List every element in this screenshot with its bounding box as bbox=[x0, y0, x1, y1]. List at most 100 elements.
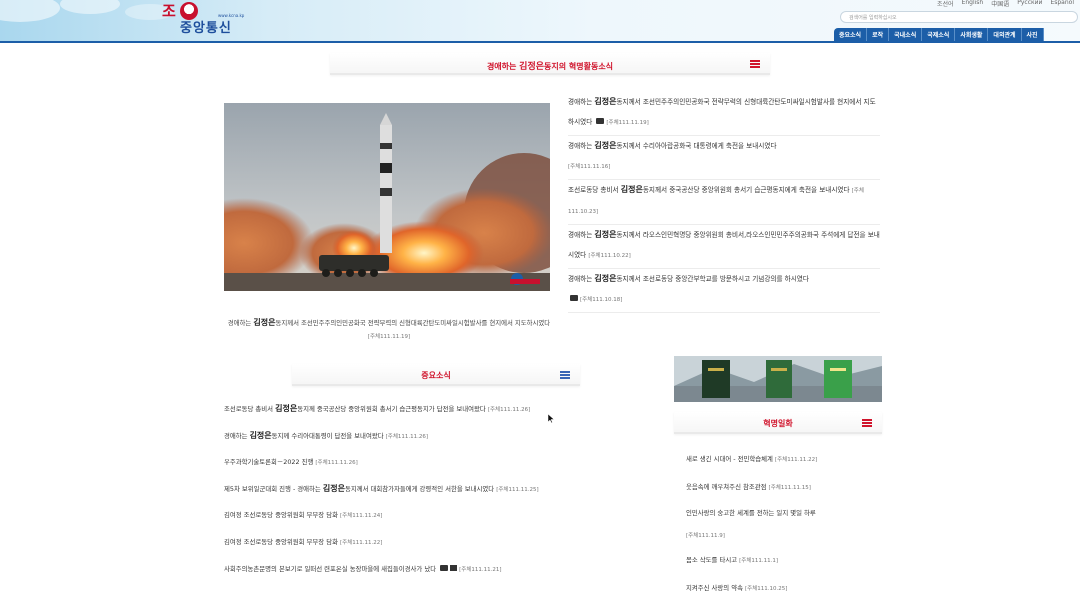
item-pre: 사회주의농촌문명의 본보기로 일떠선 련포온실 농장마을에 새집들이경사가 났다 bbox=[224, 564, 437, 573]
nav-works[interactable]: 로작 bbox=[867, 28, 890, 41]
feature-caption[interactable]: 경애하는 김정은동지께서 조선민주주의인민공화국 전략무력의 신형대륙간탄도미싸… bbox=[224, 316, 554, 344]
revolutionary-anecdotes-banner[interactable]: 혁명일화 bbox=[674, 412, 882, 434]
list-item[interactable]: 인민사랑의 숭고한 세계를 전하는 일지 몇일 하루 [주체111.11.9] bbox=[686, 502, 882, 547]
item-name: 김정은 bbox=[620, 185, 643, 194]
list-icon[interactable] bbox=[560, 371, 570, 379]
item-name: 김정은 bbox=[594, 141, 617, 150]
lang-spanish[interactable]: Español bbox=[1050, 0, 1074, 8]
list-item[interactable]: 몸소 삭도를 타시고 [주체111.11.1] bbox=[686, 547, 882, 575]
item-text: 인민사랑의 숭고한 세계를 전하는 일지 몇일 하루 bbox=[686, 509, 816, 517]
item-date: [주체111.11.16] bbox=[568, 164, 611, 170]
item-name: 김정은 bbox=[594, 274, 617, 283]
banner-title-name: 김정은 bbox=[519, 62, 545, 72]
item-text: 새로 생긴 시대어 - 전민학습체계 bbox=[686, 455, 773, 463]
important-news-banner[interactable]: 중요소식 bbox=[292, 364, 580, 386]
language-bar: 조선어 English 中国语 Русский Español bbox=[937, 0, 1074, 8]
item-pre: 조선로동당 총비서 bbox=[568, 186, 621, 194]
list-item[interactable]: 경애하는 김정은동지께서 수리아아랍공화국 대통령에게 축전을 보내시였다 [주… bbox=[568, 136, 880, 180]
list-item[interactable]: 제5차 보위일군대회 진행 - 경애하는 김정은동지께서 대회참가자들에게 강령… bbox=[224, 477, 624, 504]
list-item[interactable]: 경애하는 김정은동지께서 조선민주주의인민공화국 전략무력의 신형대륙간탄도미싸… bbox=[568, 92, 880, 136]
item-name: 김정은 bbox=[594, 230, 617, 239]
list-item[interactable]: 지켜주신 사랑의 약속 [주체111.10.25] bbox=[686, 575, 882, 598]
lang-korean[interactable]: 조선어 bbox=[937, 0, 954, 8]
revolutionary-activities-title: 경애하는 김정은동지의 혁명활동소식 bbox=[330, 59, 770, 72]
item-text: 웃음속에 깨우쳐주신 참조관점 bbox=[686, 483, 767, 491]
item-pre: 경애하는 bbox=[568, 98, 595, 106]
item-date: [주체111.10.18] bbox=[580, 297, 623, 303]
nav-social[interactable]: 사회생활 bbox=[955, 28, 989, 41]
list-item[interactable]: 경애하는 김정은동지께서 라오스인민혁명당 중앙위원회 총비서,라오스인민민주주… bbox=[568, 225, 880, 269]
nav-foreign-relations[interactable]: 대외관계 bbox=[988, 28, 1022, 41]
nav-domestic[interactable]: 국내소식 bbox=[889, 28, 923, 41]
video-icon bbox=[450, 564, 458, 571]
item-pre: 제5차 보위일군대회 진행 - 경애하는 bbox=[224, 484, 323, 493]
list-item[interactable]: 새로 생긴 시대어 - 전민학습체계 [주체111.11.22] bbox=[686, 446, 882, 474]
item-text: 지켜주신 사랑의 약속 bbox=[686, 584, 743, 592]
item-date: [주체111.11.21] bbox=[459, 566, 502, 573]
camera-icon bbox=[440, 564, 449, 571]
lang-chinese[interactable]: 中国语 bbox=[991, 0, 1009, 8]
list-item[interactable]: 사회주의농촌문명의 본보기로 일떠선 련포온실 농장마을에 새집들이경사가 났다… bbox=[224, 557, 624, 584]
item-pre: 김여정 조선로동당 중앙위원회 부부장 담화 bbox=[224, 511, 338, 520]
important-news-title: 중요소식 bbox=[421, 371, 451, 380]
list-item[interactable]: 조선로동당 총비서 김정은동지께 중국공산당 중앙위원회 총서기 습근평동지가 … bbox=[224, 397, 624, 424]
camera-icon bbox=[596, 118, 605, 124]
caption-date: [주체111.11.19] bbox=[367, 334, 411, 340]
item-post: 동지께서 중국공산당 중앙위원회 총서기 습근평동지에게 축전을 보내시였다 bbox=[642, 186, 850, 194]
item-date: [주체111.11.22] bbox=[774, 457, 818, 463]
item-date: [주체111.11.26] bbox=[487, 407, 531, 413]
item-pre: 우주과학기술토론회－2022 진행 bbox=[224, 458, 314, 467]
item-date: [주체111.11.24] bbox=[340, 513, 383, 520]
item-date: [주체111.11.26] bbox=[315, 460, 358, 467]
item-name: 김정은 bbox=[322, 483, 345, 493]
lang-russian[interactable]: Русский bbox=[1017, 0, 1042, 8]
item-post: 동지께 중국공산당 중앙위원회 총서기 습근평동지가 답전을 보내여왔다 bbox=[297, 405, 486, 413]
list-icon[interactable] bbox=[750, 60, 760, 68]
missile-launch-photo[interactable] bbox=[224, 103, 550, 291]
site-header: 조선 www.kcna.kp 중앙통신 조선어 English 中国语 Русс… bbox=[0, 0, 1080, 43]
list-item[interactable]: 김여정 조선로동당 중앙위원회 부부장 담화 [주체111.11.24] bbox=[224, 503, 624, 530]
revolutionary-activities-banner[interactable]: 경애하는 김정은동지의 혁명활동소식 bbox=[330, 53, 770, 75]
item-post: 동지께서 조선로동당 중앙간부학교를 방문하시고 기념강의를 하시였다 bbox=[616, 275, 809, 283]
revolutionary-anecdotes-title: 혁명일화 bbox=[763, 419, 793, 428]
item-date: [주체111.11.19] bbox=[606, 120, 649, 126]
list-item[interactable]: 김여정 조선로동당 중앙위원회 부부장 담화 [주체111.11.22] bbox=[224, 530, 624, 557]
item-pre: 김여정 조선로동당 중앙위원회 부부장 담화 bbox=[224, 537, 338, 546]
list-item[interactable]: 웃음속에 깨우쳐주신 참조관점 [주체111.11.15] bbox=[686, 474, 882, 502]
item-pre: 경애하는 bbox=[568, 275, 595, 283]
caption-post: 동지께서 조선민주주의인민공화국 전략무력의 신형대륙간탄도미싸일시험발사를 현… bbox=[275, 319, 551, 327]
item-name: 김정은 bbox=[249, 430, 272, 440]
list-item[interactable]: 조선로동당 총비서 김정은동지께서 중국공산당 중앙위원회 총서기 습근평동지에… bbox=[568, 180, 880, 225]
top-news-list: 경애하는 김정은동지께서 조선민주주의인민공화국 전략무력의 신형대륙간탄도미싸… bbox=[568, 92, 880, 313]
important-news-list: 조선로동당 총비서 김정은동지께 중국공산당 중앙위원회 총서기 습근평동지가 … bbox=[224, 397, 624, 583]
item-post: 동지께 수리아대통령이 답전을 보내여왔다 bbox=[271, 431, 384, 440]
list-item[interactable]: 우주과학기술토론회－2022 진행 [주체111.11.26] bbox=[224, 450, 624, 477]
banner-title-post: 동지의 혁명활동소식 bbox=[544, 62, 614, 71]
item-date: [주체111.11.22] bbox=[340, 539, 383, 546]
item-pre: 경애하는 bbox=[568, 142, 595, 150]
item-date: [주체111.11.15] bbox=[768, 485, 811, 491]
list-item[interactable]: 경애하는 김정은동지께 수리아대통령이 답전을 보내여왔다 [주체111.11.… bbox=[224, 424, 624, 451]
nav-photos[interactable]: 사진 bbox=[1021, 28, 1044, 41]
mouse-cursor-icon bbox=[548, 414, 554, 423]
banner-title-pre: 경애하는 bbox=[486, 62, 520, 71]
main-nav: 중요소식 로작 국내소식 국제소식 사회생활 대외관계 사진 bbox=[834, 28, 1044, 41]
item-pre: 경애하는 bbox=[224, 431, 250, 440]
camera-icon bbox=[570, 295, 578, 301]
nav-important-news[interactable]: 중요소식 bbox=[834, 28, 868, 41]
item-name: 김정은 bbox=[594, 97, 617, 106]
caption-name: 김정은 bbox=[253, 318, 276, 327]
books-banner-image[interactable] bbox=[674, 356, 882, 402]
item-text: 몸소 삭도를 타시고 bbox=[686, 556, 738, 564]
item-date: [주체111.11.26] bbox=[385, 433, 429, 440]
item-post: 동지께서 수리아아랍공화국 대통령에게 축전을 보내시였다 bbox=[616, 142, 777, 150]
item-date: [주체111.11.9] bbox=[686, 533, 725, 539]
nav-international[interactable]: 국제소식 bbox=[922, 28, 956, 41]
search-input[interactable]: 검색어를 입력하십시오 bbox=[840, 11, 1078, 23]
list-item[interactable]: 경애하는 김정은동지께서 조선로동당 중앙간부학교를 방문하시고 기념강의를 하… bbox=[568, 269, 880, 313]
item-name: 김정은 bbox=[275, 404, 298, 413]
item-date: [주체111.11.25] bbox=[496, 486, 539, 493]
lang-english[interactable]: English bbox=[962, 0, 984, 8]
kcna-logo[interactable]: 조선 www.kcna.kp 중앙통신 bbox=[158, 0, 298, 40]
list-icon[interactable] bbox=[862, 419, 872, 427]
